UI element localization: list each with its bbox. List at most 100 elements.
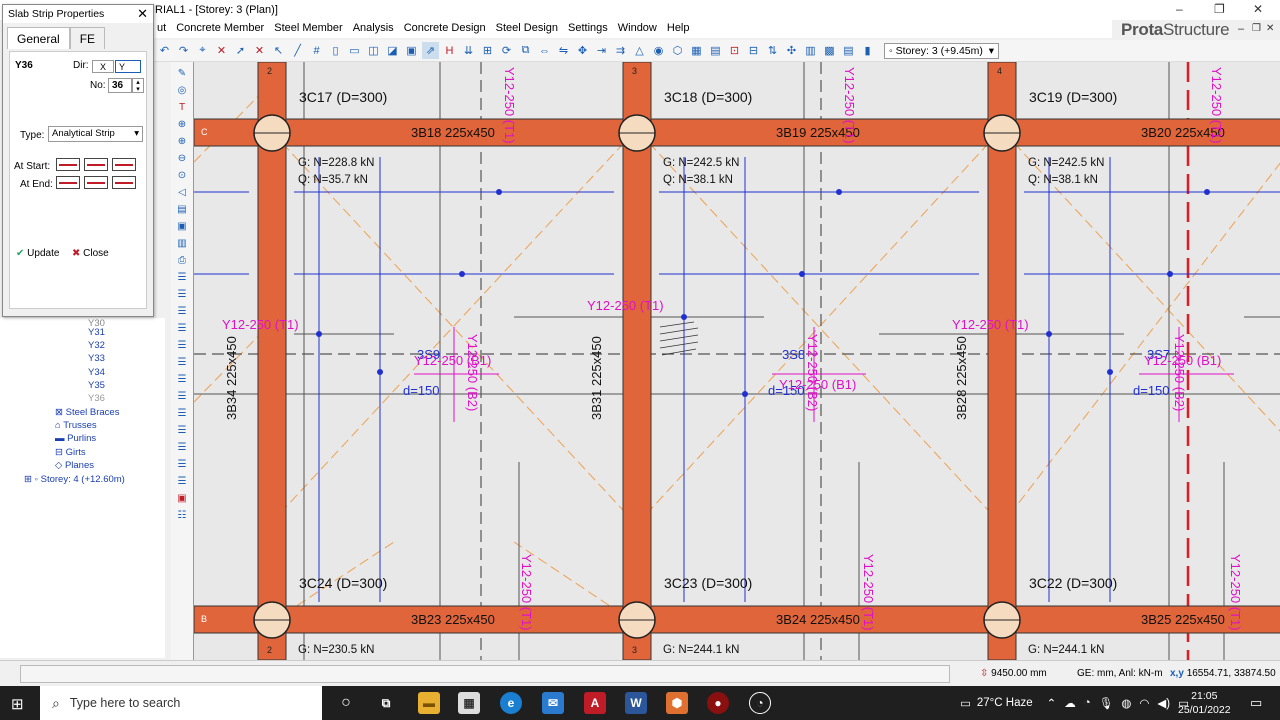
layer2-icon[interactable]: ▣ bbox=[174, 221, 190, 237]
footing-icon[interactable]: ▣ bbox=[403, 42, 420, 59]
beam-icon[interactable]: ▭ bbox=[346, 42, 363, 59]
tab-fe[interactable]: FE bbox=[69, 27, 106, 49]
line-icon[interactable]: ╱ bbox=[289, 42, 306, 59]
dir-y-option[interactable]: Y bbox=[115, 60, 141, 73]
grid-icon[interactable]: # bbox=[308, 42, 325, 59]
tree-storey-4[interactable]: ⊞ ◦ Storey: 4 (+12.60m) bbox=[24, 474, 125, 485]
type-select[interactable]: Analytical Strip ▾ bbox=[48, 126, 143, 142]
storey-select[interactable]: ◦ Storey: 3 (+9.45m) ▾ bbox=[884, 42, 999, 59]
undo-icon[interactable]: ↶ bbox=[156, 42, 173, 59]
taskbar-clock[interactable]: 21:05 25/01/2022 bbox=[1178, 689, 1231, 717]
beam-row-b[interactable] bbox=[194, 605, 1280, 634]
strip-icon[interactable]: ⇗ bbox=[422, 42, 439, 59]
arrange-icon[interactable]: ⇅ bbox=[764, 42, 781, 59]
plan-canvas[interactable]: 3C17 (D=300) 3C18 (D=300) 3C19 (D=300) 3… bbox=[193, 62, 1280, 660]
tree-planes[interactable]: ◇ Planes bbox=[55, 460, 94, 471]
slab-icon[interactable]: ◪ bbox=[384, 42, 401, 59]
view3d-icon[interactable]: ⬡ bbox=[669, 42, 686, 59]
globe-icon[interactable]: ◍ bbox=[1121, 696, 1131, 710]
report-icon[interactable]: ▤ bbox=[840, 42, 857, 59]
copy-icon[interactable]: ⧉ bbox=[517, 42, 534, 59]
doc-restore-button[interactable]: ❐ bbox=[1252, 23, 1261, 34]
mic-icon[interactable]: 🎙 bbox=[1099, 696, 1114, 710]
stack10-icon[interactable]: ☰ bbox=[174, 425, 190, 441]
no-spinner[interactable]: ▴ ▾ bbox=[132, 78, 144, 93]
list-icon[interactable]: ☷ bbox=[174, 510, 190, 526]
expand-icon[interactable]: ⊞ bbox=[24, 474, 35, 485]
stack6-icon[interactable]: ☰ bbox=[174, 357, 190, 373]
word-icon[interactable]: W bbox=[625, 692, 647, 714]
menu-settings[interactable]: Settings bbox=[563, 20, 613, 38]
chevron-up-icon[interactable]: ⌃ bbox=[1047, 696, 1057, 710]
snap2-icon[interactable]: ⊟ bbox=[745, 42, 762, 59]
fit-icon[interactable]: ✣ bbox=[783, 42, 800, 59]
stack8-icon[interactable]: ☰ bbox=[174, 391, 190, 407]
arrow-icon[interactable]: ↖ bbox=[270, 42, 287, 59]
measure-icon[interactable]: ⇔ bbox=[536, 42, 553, 59]
offset-icon[interactable]: ⇉ bbox=[612, 42, 629, 59]
meet-icon[interactable]: ◔ bbox=[1084, 697, 1091, 709]
dir-x-option[interactable]: X bbox=[92, 60, 114, 73]
end-pinned-icon[interactable] bbox=[84, 176, 108, 189]
menu-steel-member[interactable]: Steel Member bbox=[269, 20, 347, 38]
globe-icon[interactable]: ◎ bbox=[174, 85, 190, 101]
stair-icon[interactable]: H bbox=[441, 42, 458, 59]
delete-select-icon[interactable]: ✕ bbox=[213, 42, 230, 59]
store-icon[interactable]: ▦ bbox=[458, 692, 480, 714]
pointer-icon[interactable]: ➚ bbox=[232, 42, 249, 59]
stack5-icon[interactable]: ☰ bbox=[174, 340, 190, 356]
pan-icon[interactable]: ◁ bbox=[174, 187, 190, 203]
tree-item[interactable]: Y34 bbox=[88, 367, 105, 378]
chrome-icon[interactable]: ◔ bbox=[749, 692, 771, 714]
zoom-out-icon[interactable]: ⊖ bbox=[174, 153, 190, 169]
stack12-icon[interactable]: ☰ bbox=[174, 459, 190, 475]
notification-icon[interactable]: ▭ bbox=[1250, 695, 1262, 711]
tree-girts[interactable]: ⊟ Girts bbox=[55, 447, 86, 458]
zoom-icon[interactable]: ⊕ bbox=[174, 119, 190, 135]
no-input[interactable]: 36 bbox=[108, 78, 132, 93]
zoom-in-icon[interactable]: ⊕ bbox=[174, 136, 190, 152]
minimize-button[interactable]: – bbox=[1176, 2, 1183, 16]
snap-icon[interactable]: ⊡ bbox=[726, 42, 743, 59]
stack9-icon[interactable]: ☰ bbox=[174, 408, 190, 424]
zoom-window-icon[interactable]: ⊙ bbox=[174, 170, 190, 186]
wall-icon[interactable]: ◫ bbox=[365, 42, 382, 59]
tree-trusses[interactable]: ⌂ Trusses bbox=[55, 420, 97, 431]
chart-icon[interactable]: ▮ bbox=[859, 42, 876, 59]
taskbar-search[interactable]: ⌕ Type here to search bbox=[40, 686, 322, 720]
delete-icon[interactable]: ✕ bbox=[251, 42, 268, 59]
menu-window[interactable]: Window bbox=[613, 20, 662, 38]
network-icon[interactable]: ☁ bbox=[1064, 696, 1076, 710]
start-fixed-icon[interactable] bbox=[112, 158, 136, 171]
doc-close-button[interactable]: ✕ bbox=[1266, 23, 1274, 34]
mirror-icon[interactable]: ⇋ bbox=[555, 42, 572, 59]
load-icon[interactable]: ⇊ bbox=[460, 42, 477, 59]
print-icon[interactable]: ⎙ bbox=[174, 255, 190, 271]
stack7-icon[interactable]: ☰ bbox=[174, 374, 190, 390]
redo-icon[interactable]: ↷ bbox=[175, 42, 192, 59]
mail-icon[interactable]: ✉ bbox=[542, 692, 564, 714]
t-icon[interactable]: T bbox=[174, 102, 190, 118]
tree-item[interactable]: Y33 bbox=[88, 353, 105, 364]
truss-icon[interactable]: △ bbox=[631, 42, 648, 59]
grid2-icon[interactable]: ▦ bbox=[688, 42, 705, 59]
camera-icon[interactable]: ▣ bbox=[174, 493, 190, 509]
menu-concrete-member[interactable]: Concrete Member bbox=[171, 20, 269, 38]
layer-icon[interactable]: ▤ bbox=[174, 204, 190, 220]
acrobat-icon[interactable]: A bbox=[584, 692, 606, 714]
layer3-icon[interactable]: ▥ bbox=[174, 238, 190, 254]
render-icon[interactable]: ◉ bbox=[650, 42, 667, 59]
close-button[interactable]: ✕ bbox=[1253, 2, 1263, 16]
stack13-icon[interactable]: ☰ bbox=[174, 476, 190, 492]
grid4-icon[interactable]: ▩ bbox=[821, 42, 838, 59]
menu-steel-design[interactable]: Steel Design bbox=[491, 20, 563, 38]
update-button[interactable]: ✔ Update bbox=[16, 248, 59, 259]
windows-start-icon[interactable]: ⊞ bbox=[11, 695, 24, 713]
protastructure-icon[interactable]: ● bbox=[707, 692, 729, 714]
tree-purlins[interactable]: ▬ Purlins bbox=[55, 433, 96, 444]
tab-general[interactable]: General bbox=[7, 27, 70, 49]
tree-item[interactable]: Y36 bbox=[88, 393, 105, 404]
tree-item[interactable]: Y31 bbox=[88, 327, 105, 338]
close-dialog-button[interactable]: ✖ Close bbox=[72, 248, 109, 259]
tree-steel-braces[interactable]: ⊠ Steel Braces bbox=[55, 407, 119, 418]
